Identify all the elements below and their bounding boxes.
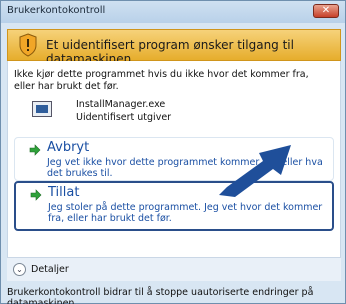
details-row[interactable]: ⌄ Detaljer xyxy=(7,257,341,281)
allow-description: Jeg stoler på dette programmet. Jeg vet … xyxy=(48,202,323,224)
chevron-down-circle-icon: ⌄ xyxy=(13,263,26,276)
green-arrow-icon xyxy=(29,144,41,156)
program-info: InstallManager.exe Uidentifisert utgiver xyxy=(32,99,332,129)
program-icon xyxy=(32,101,52,117)
footer-text: Brukerkontokontroll bidrar til å stoppe … xyxy=(7,287,314,304)
program-name: InstallManager.exe xyxy=(76,99,166,110)
window-title: Brukerkontokontroll xyxy=(7,5,106,16)
close-button[interactable]: ✕ xyxy=(313,4,339,18)
details-label: Detaljer xyxy=(31,264,69,275)
uac-dialog-window: Brukerkontokontroll ✕ Et uidentifisert p… xyxy=(0,0,346,304)
green-arrow-icon xyxy=(30,189,42,201)
warning-text: Ikke kjør dette programmet hvis du ikke … xyxy=(14,69,309,92)
cancel-label: Avbryt xyxy=(47,140,90,155)
uac-header-band: Et uidentifisert program ønsker tilgang … xyxy=(7,29,341,66)
allow-label: Tillat xyxy=(48,185,80,200)
pointer-arrow-icon xyxy=(219,145,291,197)
title-bar: Brukerkontokontroll ✕ xyxy=(1,1,345,23)
program-publisher: Uidentifisert utgiver xyxy=(76,112,172,123)
shield-icon xyxy=(19,33,37,57)
